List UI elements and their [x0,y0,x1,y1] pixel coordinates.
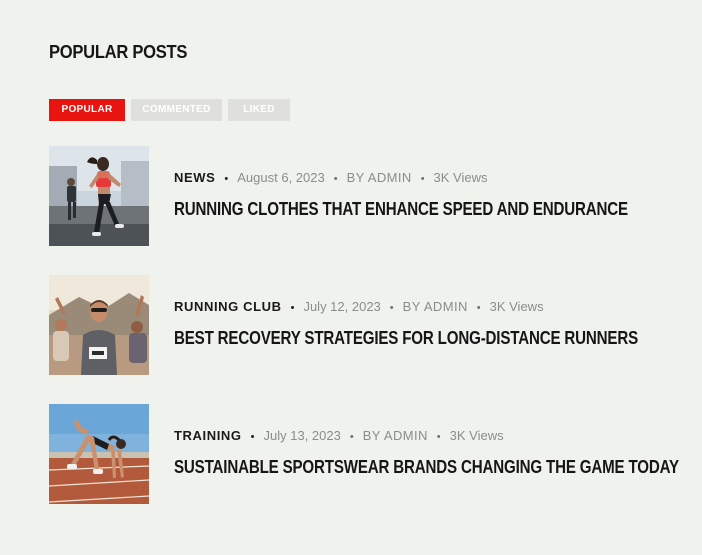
tab-commented[interactable]: COMMENTED [131,99,222,121]
post-title[interactable]: SUSTAINABLE SPORTSWEAR BRANDS CHANGING T… [174,456,679,478]
tab-liked[interactable]: LIKED [228,99,290,121]
post-thumbnail-running-club[interactable] [49,275,149,375]
post-thumbnail-image [49,404,149,504]
post-date: August 6, 2023 [237,170,325,185]
meta-separator: • [290,302,295,314]
post-title[interactable]: BEST RECOVERY STRATEGIES FOR LONG-DISTAN… [174,327,638,349]
meta-separator: • [476,302,481,314]
meta-separator: • [420,173,425,185]
tab-popular[interactable]: POPULAR [49,99,125,121]
meta-separator: • [389,302,394,314]
post-category[interactable]: RUNNING CLUB [174,299,282,314]
post-thumbnail-runners-city[interactable] [49,146,149,246]
post-date: July 12, 2023 [303,299,381,314]
post-category[interactable]: NEWS [174,170,215,185]
meta-separator: • [436,431,441,443]
post-views: 3K Views [449,428,504,443]
post-author[interactable]: BY ADMIN [403,299,468,314]
post-meta: RUNNING CLUB • July 12, 2023 • BY ADMIN • 3K V… [174,299,544,315]
post-tabs: POPULAR COMMENTED LIKED [49,99,290,121]
post-item: NEWS • August 6, 2023 • BY ADMIN • 3K Views RU… [49,146,689,246]
post-title[interactable]: RUNNING CLOTHES THAT ENHANCE SPEED AND E… [174,198,628,220]
post-date: July 13, 2023 [263,428,341,443]
meta-separator: • [250,431,255,443]
meta-separator: • [349,431,354,443]
post-item: RUNNING CLUB • July 12, 2023 • BY ADMIN • 3K V… [49,275,689,375]
post-views: 3K Views [489,299,544,314]
meta-separator: • [333,173,338,185]
post-thumbnail-sprinter-track[interactable] [49,404,149,504]
post-author[interactable]: BY ADMIN [347,170,412,185]
post-thumbnail-image [49,275,149,375]
post-views: 3K Views [433,170,488,185]
post-thumbnail-image [49,146,149,246]
post-meta: NEWS • August 6, 2023 • BY ADMIN • 3K Views [174,170,488,186]
post-item: TRAINING • July 13, 2023 • BY ADMIN • 3K Views… [49,404,689,504]
post-category[interactable]: TRAINING [174,428,242,443]
popular-posts-widget: POPULAR POSTS POPULAR COMMENTED LIKED NE… [49,40,689,504]
post-author[interactable]: BY ADMIN [363,428,428,443]
post-meta: TRAINING • July 13, 2023 • BY ADMIN • 3K Views [174,428,504,444]
widget-title: POPULAR POSTS [49,42,188,62]
meta-separator: • [224,173,229,185]
